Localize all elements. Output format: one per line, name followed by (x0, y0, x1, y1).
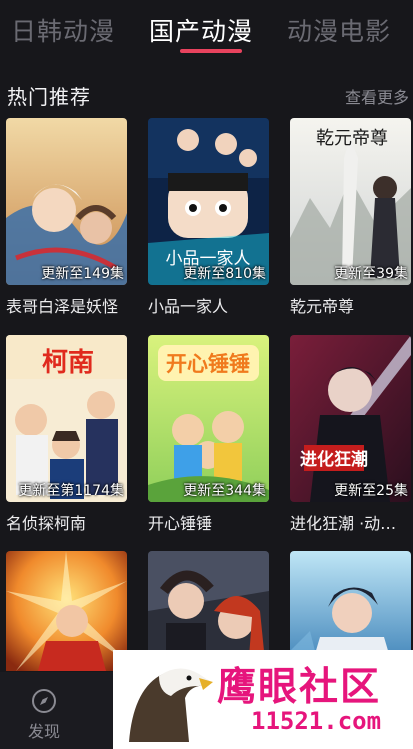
cover-image[interactable]: 开心锤锤 更新至344集 (148, 335, 269, 502)
nav-discover-label: 发现 (27, 722, 60, 741)
cover-image[interactable]: 乾元帝尊 更新至39集 (290, 118, 411, 285)
anime-card[interactable]: 柯南 更新至第1174集 名侦探柯南 (6, 335, 127, 534)
update-badge: 更新至39集 (334, 266, 408, 282)
update-badge: 更新至第1174集 (18, 483, 124, 499)
cover-image[interactable]: 更新至149集 (6, 118, 127, 285)
cover-image[interactable]: 进化狂潮 更新至25集 (290, 335, 411, 502)
watermark-url: 11521.com (251, 707, 382, 735)
card-title[interactable]: 小品一家人 (148, 293, 271, 317)
card-title[interactable]: 乾元帝尊 (290, 293, 413, 317)
tab-japan-korea-anime[interactable]: 日韩动漫 (11, 12, 115, 48)
cover-image[interactable] (6, 551, 127, 671)
anime-card[interactable]: 开心锤锤 更新至344集 开心锤锤 (148, 335, 269, 534)
watermark: 鹰眼社区 11521.com (113, 650, 413, 749)
category-tabs: 日韩动漫 国产动漫 动漫电影 (0, 0, 413, 62)
cover-title-art: 乾元帝尊 (316, 128, 388, 149)
card-title[interactable]: 进化狂潮 ·动… (290, 510, 413, 534)
update-badge: 更新至149集 (41, 266, 124, 282)
anime-card[interactable]: 小品一家人 更新至810集 小品一家人 (148, 118, 269, 317)
update-badge: 更新至344集 (183, 483, 266, 499)
watermark-text: 鹰眼社区 (217, 664, 382, 710)
cover-image[interactable]: 小品一家人 更新至810集 (148, 118, 269, 285)
anime-card[interactable]: 乾元帝尊 更新至39集 乾元帝尊 (290, 118, 411, 317)
tab-domestic-anime[interactable]: 国产动漫 (149, 12, 253, 48)
cover-image[interactable]: 柯南 更新至第1174集 (6, 335, 127, 502)
cover-title-art: 进化狂潮 (300, 449, 368, 470)
section-title: 热门推荐 (7, 85, 91, 109)
update-badge: 更新至810集 (183, 266, 266, 282)
cover-title-art: 开心锤锤 (166, 352, 250, 376)
eagle-logo-icon (129, 668, 213, 742)
active-tab-indicator (180, 49, 242, 53)
anime-card[interactable]: 更新至149集 表哥白泽是妖怪 (6, 118, 127, 317)
see-more-link[interactable]: 查看更多 (345, 84, 409, 108)
nav-discover[interactable]: 发现 (22, 688, 66, 742)
card-title[interactable]: 开心锤锤 (148, 510, 271, 534)
update-badge: 更新至25集 (334, 483, 408, 499)
card-title[interactable]: 表哥白泽是妖怪 (6, 293, 129, 317)
tab-anime-movies[interactable]: 动漫电影 (287, 12, 391, 48)
compass-icon (32, 689, 56, 713)
anime-card[interactable] (6, 551, 127, 671)
card-title[interactable]: 名侦探柯南 (6, 510, 129, 534)
anime-card[interactable]: 进化狂潮 更新至25集 进化狂潮 ·动… (290, 335, 411, 534)
cover-title-art: 柯南 (42, 348, 94, 378)
